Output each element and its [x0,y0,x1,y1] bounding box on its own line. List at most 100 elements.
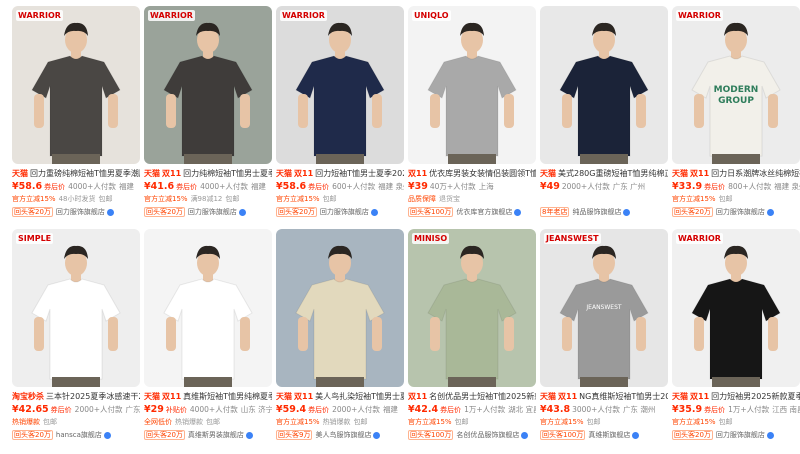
price: ¥41.6 [144,181,175,192]
shop-arrow-icon[interactable] [623,208,631,216]
product-image[interactable]: WARRIOR [672,229,800,387]
shop-line[interactable]: 回头客20万 回力服饰旗舰店 [672,429,800,441]
shop-arrow-icon[interactable] [521,431,529,439]
product-title-line[interactable]: 双11 名创优品男士短袖T恤2025新款 [408,391,536,403]
shop-name[interactable]: 回力服饰旗舰店 [320,208,369,216]
product-title[interactable]: 名创优品男士短袖T恤2025新款 [429,392,536,401]
shop-arrow-icon[interactable] [370,208,378,216]
shop-arrow-icon[interactable] [766,431,774,439]
product-title[interactable]: 回力短袖男2025新款夏季 [711,392,800,401]
shop-arrow-icon[interactable] [514,208,522,216]
product-title-line[interactable]: 双11 优衣库男装女装情侣装圆领T恤 [408,168,536,180]
coupon-label: 券后价 [704,406,726,414]
shop-line[interactable]: 回头客20万 真维斯男装旗舰店 [144,429,272,441]
product-card[interactable]: WARRIOR 天猫 双11 回力短袖男2025新款夏季 ¥35.9 券后价 1万+人付款江… [672,229,800,444]
product-image[interactable]: JEANSWEST JEANSWEST [540,229,668,387]
product-image[interactable] [540,6,668,164]
shop-name[interactable]: 回力服饰旗舰店 [56,208,105,216]
shop-line[interactable]: 回头客20万 回力服饰旗舰店 [276,206,404,218]
shop-name[interactable]: 纯品服饰旗舰店 [572,208,621,216]
shop-line[interactable]: 回头客20万 回力服饰旗舰店 [144,206,272,218]
shop-arrow-icon[interactable] [373,431,381,439]
product-card[interactable]: WARRIOR 天猫 回力重磅纯棉短袖T恤男夏季潮牌 ¥58.6 券后价 4000+人付款… [12,6,140,221]
shop-name[interactable]: 美人鸟服饰旗舰店 [315,431,371,439]
shop-name[interactable]: 回力服饰旗舰店 [188,208,237,216]
product-card[interactable]: SIMPLE 淘宝秒杀 三本针2025夏季冰感速干26 ¥42.65 券后价 2000+人… [12,229,140,444]
product-title[interactable]: NG真维斯短袖T恤男士202 [579,392,668,401]
shop-arrow-icon[interactable] [238,208,246,216]
platform-badge: 天猫 [540,392,556,401]
product-title-line[interactable]: 天猫双11美人鸟扎染短袖T恤男士夏季 [276,391,404,403]
shop-line[interactable]: 回头客9万 美人鸟服饰旗舰店 [276,429,404,441]
product-title-line[interactable]: 天猫双11回力纯棉短袖T恤男士夏季20 [144,168,272,180]
product-card[interactable]: 天猫美式280G重磅短袖T恤男纯棉正肩¥492000+人付款广东 广州8年老店纯… [540,6,668,221]
product-title[interactable]: 优衣库男装女装情侣装圆领T恤 [429,169,536,178]
shop-arrow-icon[interactable] [245,431,253,439]
product-title-line[interactable]: 天猫双11回力短袖T恤男士夏季2025新款 [276,168,404,180]
shop-line[interactable]: 回头客20万 回力服饰旗舰店 [672,206,800,218]
shop-name[interactable]: 优衣库官方旗舰店 [456,208,512,216]
service-tag: 官方立减15% [276,418,320,426]
shop-name[interactable]: 真维斯男装旗舰店 [188,431,244,439]
product-card[interactable]: UNIQLO 双11 优衣库男装女装情侣装圆领T恤 ¥39 40万+人付款 上海 品质保障退… [408,6,536,221]
product-card[interactable]: MINISO 双11 名创优品男士短袖T恤2025新款 ¥42.4 券后价 1万+人付款湖… [408,229,536,444]
ship-location: 湖北 宜昌 [508,405,536,414]
price-line: ¥29 补贴价 4000+人付款 山东 济宁 [144,403,272,416]
tags-line: 官方立减15% 热销爆款 包邮 [276,416,404,428]
shop-name[interactable]: 回力服饰旗舰店 [716,431,765,439]
shop-line[interactable]: 回头客20万 回力服饰旗舰店 [12,206,140,218]
product-image[interactable]: WARRIOR [144,6,272,164]
shop-line[interactable]: 回头客20万 hansca旗舰店 [12,429,140,441]
price-line: ¥58.6券后价600+人付款福建 泉州 [276,180,404,193]
shop-arrow-icon[interactable] [103,431,111,439]
product-title[interactable]: 回力短袖T恤男士夏季2025新款 [315,169,404,178]
platform-badge: 天猫 [144,392,160,401]
product-title-line[interactable]: 天猫 回力重磅纯棉短袖T恤男夏季潮牌 [12,168,140,180]
shop-line[interactable]: 回头客100万 真维斯旗舰店 [540,429,668,441]
product-image[interactable]: MODERN GROUP WARRIOR [672,6,800,164]
product-title-line[interactable]: 天猫 双11 NG真维斯短袖T恤男士202 [540,391,668,403]
tags-line: 热销爆款 包邮 [12,416,140,428]
product-image[interactable]: WARRIOR [12,6,140,164]
product-card[interactable]: 天猫双11真维斯短袖T恤男纯棉夏季男款¥29补贴价4000+人付款山东 济宁全网… [144,229,272,444]
product-title[interactable]: 回力纯棉短袖T恤男士夏季20 [183,169,272,178]
product-image[interactable] [276,229,404,387]
repeat-customer-badge: 回头客20万 [144,207,185,217]
shop-line[interactable]: 回头客100万 优衣库官方旗舰店 [408,206,536,218]
shop-line[interactable]: 8年老店 纯品服饰旗舰店 [540,206,668,218]
product-card[interactable]: WARRIOR天猫双11回力纯棉短袖T恤男士夏季20¥41.6券后价4000+人… [144,6,272,221]
product-image[interactable] [144,229,272,387]
tags-line: 官方立减15% 包邮 [276,193,404,205]
shop-name[interactable]: 名创优品服饰旗舰店 [456,431,519,439]
service-tag: 官方立减15% [408,418,452,426]
product-card[interactable]: 天猫双11美人鸟扎染短袖T恤男士夏季¥59.4券后价2000+人付款福建官方立减… [276,229,404,444]
product-title[interactable]: 回力重磅纯棉短袖T恤男夏季潮牌 [30,169,140,178]
promo-badge: 双11 [162,169,182,178]
shop-arrow-icon[interactable] [766,208,774,216]
product-title-line[interactable]: 天猫美式280G重磅短袖T恤男纯棉正肩 [540,168,668,180]
product-card[interactable]: WARRIOR 天猫双11回力短袖T恤男士夏季2025新款¥58.6券后价600+… [276,6,404,221]
product-image[interactable]: SIMPLE [12,229,140,387]
shop-name[interactable]: 真维斯旗舰店 [588,431,630,439]
product-title[interactable]: 美式280G重磅短袖T恤男纯棉正肩 [558,169,668,178]
product-image[interactable]: MINISO [408,229,536,387]
product-title-line[interactable]: 淘宝秒杀 三本针2025夏季冰感速干26 [12,391,140,403]
product-image[interactable]: UNIQLO [408,6,536,164]
shop-arrow-icon[interactable] [632,431,640,439]
product-title[interactable]: 美人鸟扎染短袖T恤男士夏季 [315,392,404,401]
product-title[interactable]: 真维斯短袖T恤男纯棉夏季男款 [183,392,272,401]
product-title-line[interactable]: 天猫双11真维斯短袖T恤男纯棉夏季男款 [144,391,272,403]
product-image[interactable]: WARRIOR [276,6,404,164]
shop-name[interactable]: 回力服饰旗舰店 [716,208,765,216]
product-title-line[interactable]: 天猫 双11 回力短袖男2025新款夏季 [672,391,800,403]
shop-arrow-icon[interactable] [106,208,114,216]
product-title-line[interactable]: 天猫双11回力日系潮牌冰丝纯棉短袖T恤 [672,168,800,180]
price-line: ¥59.4 券后价 2000+人付款 福建 [276,403,404,416]
shop-name[interactable]: hansca旗舰店 [56,431,102,439]
product-card[interactable]: MODERNGROUPWARRIOR天猫双11回力日系潮牌冰丝纯棉短袖T恤¥33… [672,6,800,221]
service-tag: 官方立减15% [144,195,188,203]
product-card[interactable]: JEANSWEST JEANSWEST 天猫 双11 NG真维斯短袖T恤男士202 ¥43… [540,229,668,444]
product-title[interactable]: 回力日系潮牌冰丝纯棉短袖T恤 [711,169,800,178]
shop-line[interactable]: 回头客100万 名创优品服饰旗舰店 [408,429,536,441]
product-title[interactable]: 三本针2025夏季冰感速干26 [46,392,140,401]
